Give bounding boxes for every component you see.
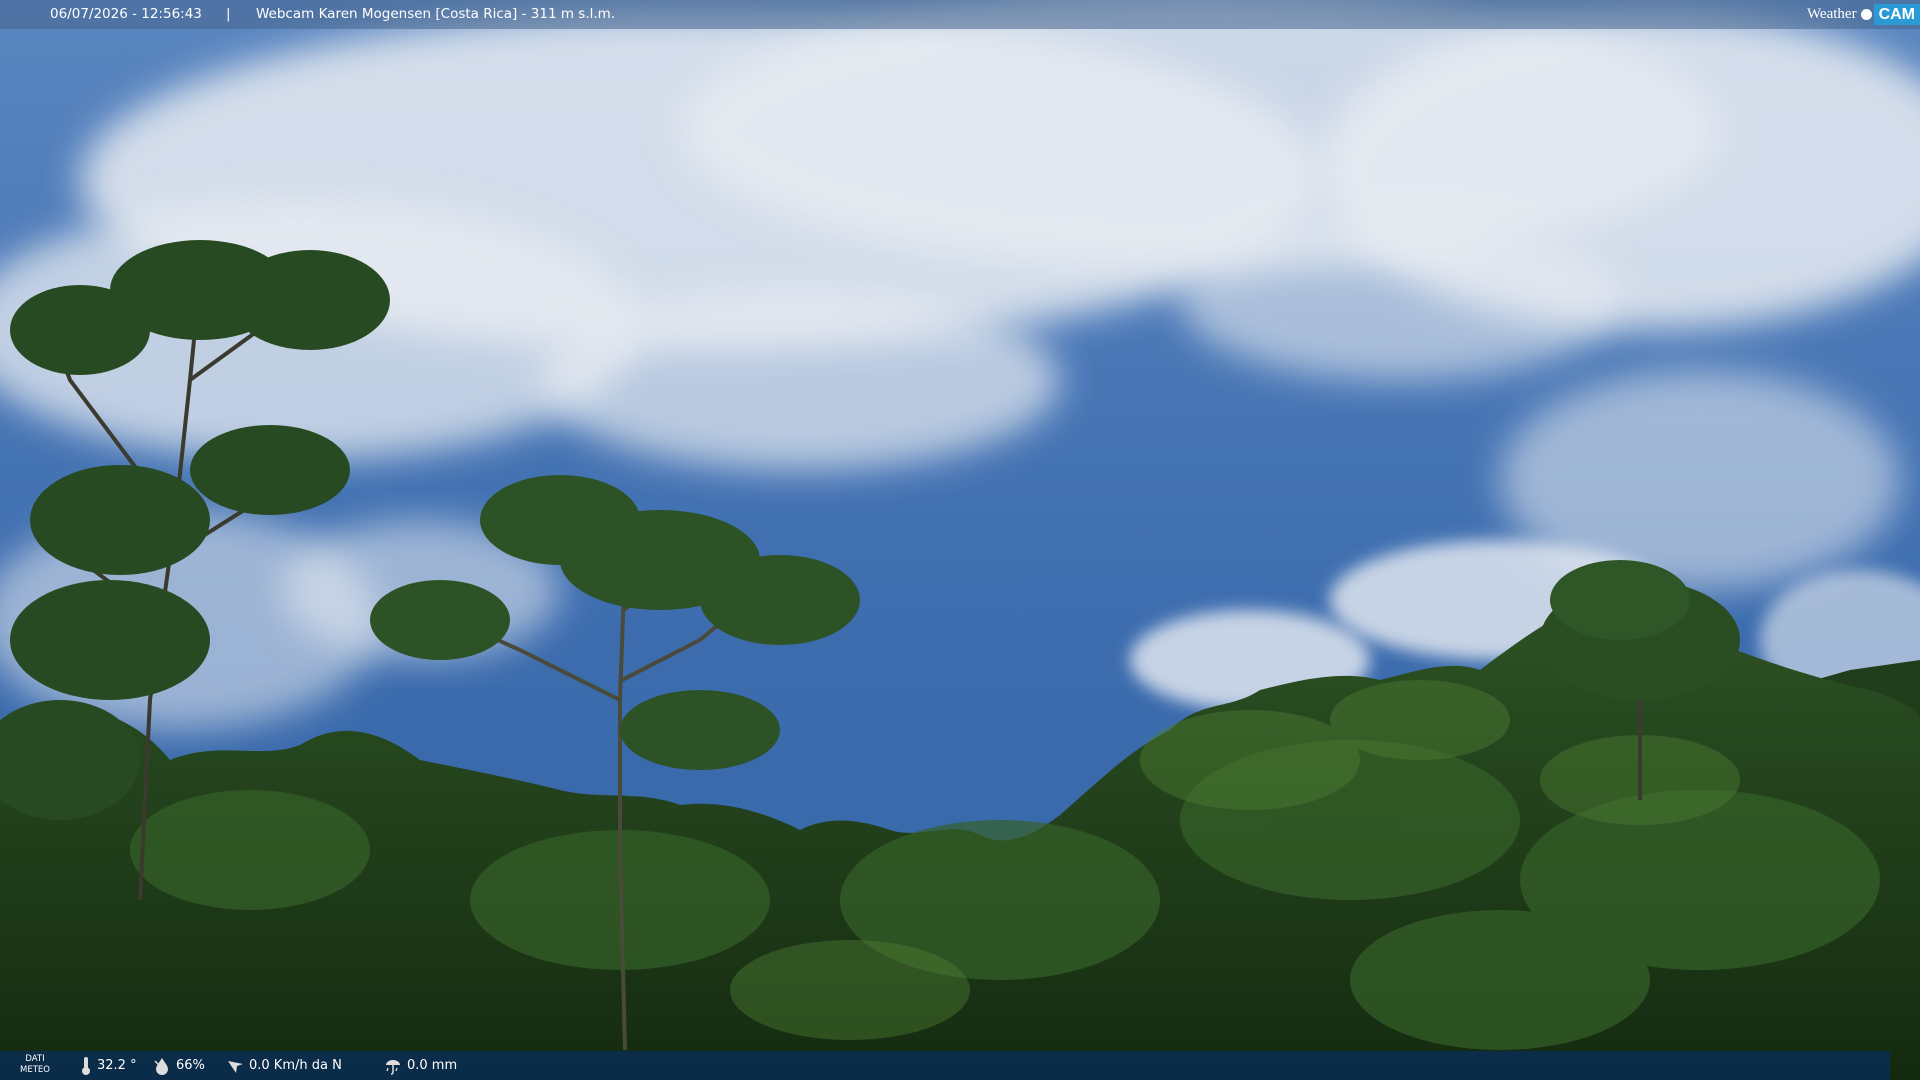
logo-text-cam: CAM [1873, 4, 1920, 25]
rain-value: 0.0 mm [407, 1058, 458, 1073]
timestamp: 06/07/2026 - 12:56:43 [50, 6, 202, 22]
humidity-value: 66% [176, 1058, 205, 1073]
rain-reading: 0.0 mm [384, 1051, 457, 1080]
dati-meteo-label: DATI METEO [14, 1054, 56, 1076]
top-info-bar: 06/07/2026 - 12:56:43 | Webcam Karen Mog… [0, 0, 1920, 29]
dati-label-line2: METEO [20, 1065, 50, 1075]
rain-gauge-icon [386, 1059, 400, 1075]
humidity-reading: 66% [153, 1051, 205, 1080]
weather-data-bar: DATI METEO 32.2 ° 66% 0.0 Km/h da N 0.0 … [0, 1051, 1890, 1080]
logo-text-weather: Weather [1806, 6, 1857, 22]
humidity-drop-icon [154, 1057, 168, 1075]
wind-reading: 0.0 Km/h da N [226, 1051, 342, 1080]
thermometer-icon [82, 1056, 90, 1075]
webcam-image [0, 0, 1920, 1080]
logo-dot [1860, 9, 1872, 20]
temperature-value: 32.2 ° [97, 1058, 137, 1073]
wind-value: 0.0 Km/h da N [249, 1058, 342, 1073]
temperature-reading: 32.2 ° [80, 1051, 137, 1080]
wind-icon [228, 1060, 243, 1073]
dati-label-line1: DATI [25, 1054, 45, 1064]
weathercam-logo: Weather CAM [1807, 0, 1920, 29]
camera-label: Webcam Karen Mogensen [Costa Rica] - 311… [256, 6, 616, 22]
separator: | [226, 6, 231, 22]
